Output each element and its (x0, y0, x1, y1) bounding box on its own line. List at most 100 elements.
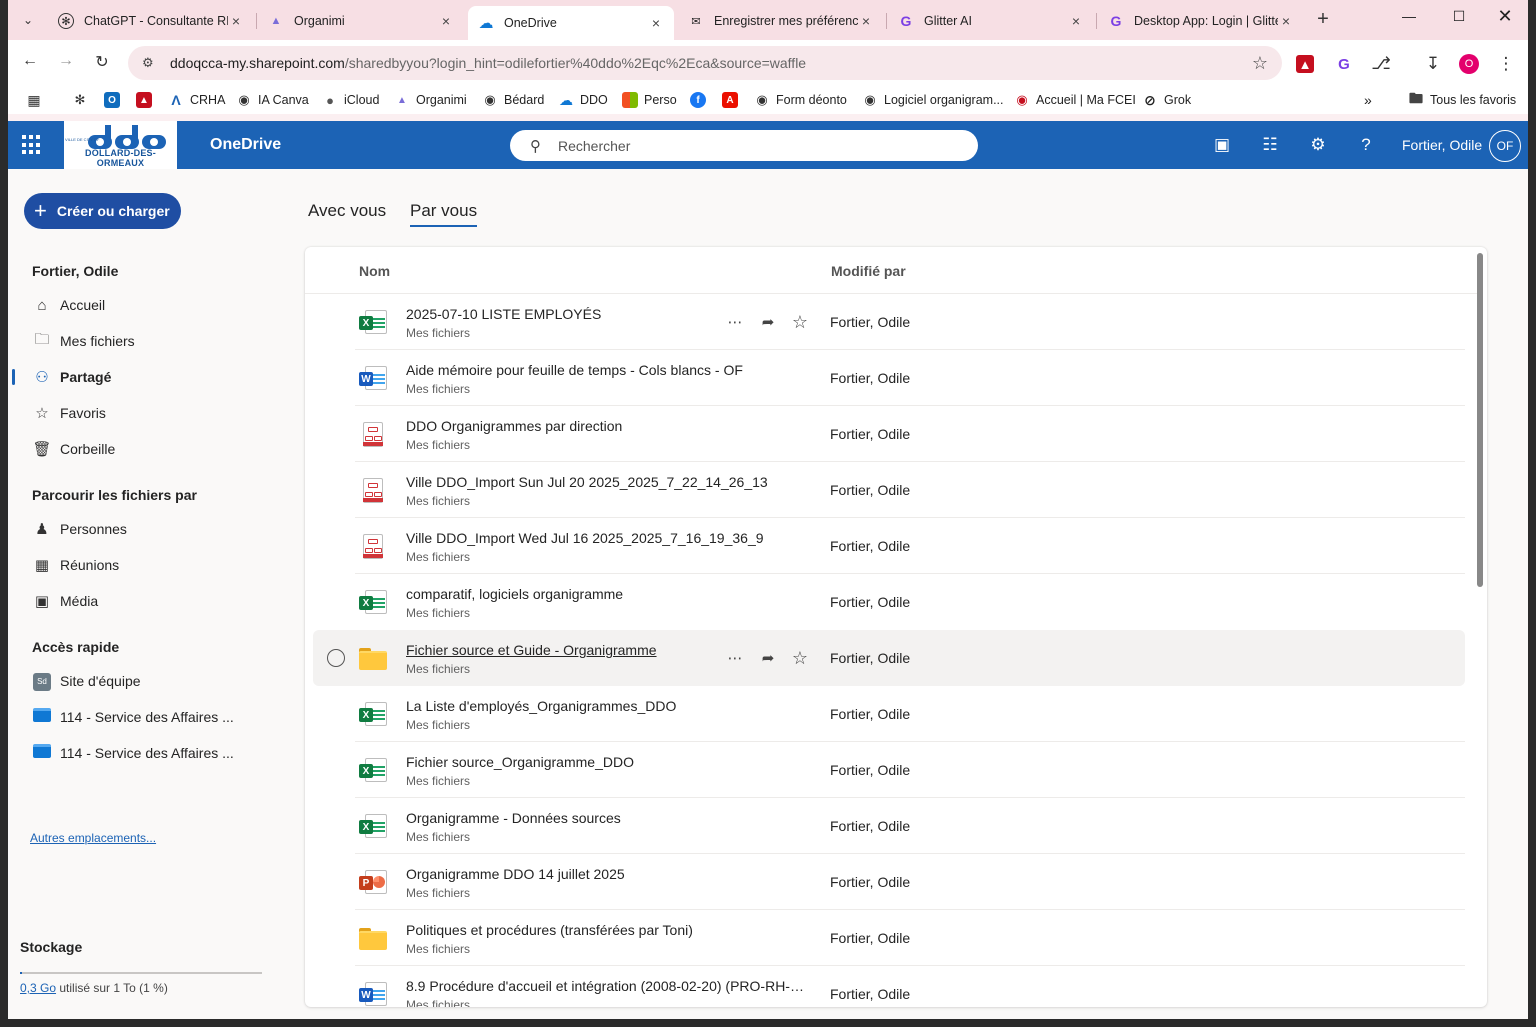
nav-item-accueil[interactable]: ⌂ Accueil (32, 293, 252, 317)
desktop-icon[interactable]: ▣ (1211, 134, 1233, 156)
quick-item-site-equipe[interactable]: Sd Site d'équipe (32, 669, 252, 693)
bookmark-organimi[interactable]: ▲ Organimi (394, 91, 467, 109)
tab-avec-vous[interactable]: Avec vous (308, 201, 386, 221)
file-row[interactable]: X Fichier source_Organigramme_DDO Mes fich… (313, 742, 1465, 798)
bookmark-pdf[interactable]: ▲ (136, 91, 158, 109)
nav-item-favoris[interactable]: ☆ Favoris (32, 401, 252, 425)
file-name[interactable]: Organigramme DDO 14 juillet 2025 (406, 866, 625, 882)
tab-glitter[interactable]: G Glitter AI × (888, 6, 1094, 36)
file-name[interactable]: Politiques et procédures (transférées pa… (406, 922, 693, 938)
reload-button[interactable]: ↻ (90, 52, 114, 76)
tab-glitter-desktop[interactable]: G Desktop App: Login | Glitter × (1098, 6, 1304, 36)
settings-gear-icon[interactable]: ⚙ (1307, 134, 1329, 156)
city-logo[interactable]: VILLE DE CITY OF DOLLARD-DES-ORMEAUX (64, 121, 177, 169)
file-row[interactable]: W Aide mémoire pour feuille de temps - Co… (313, 350, 1465, 406)
nav-item-media[interactable]: ▣ Média (32, 589, 252, 613)
file-name[interactable]: La Liste d'employés_Organigrammes_DDO (406, 698, 676, 714)
share-icon[interactable]: ➦ (756, 310, 780, 334)
nav-item-reunions[interactable]: ▦ Réunions (32, 553, 252, 577)
file-row[interactable]: X 2025-07-10 LISTE EMPLOYÉS Mes fichiers ⋯ ➦… (313, 294, 1465, 350)
file-name[interactable]: Ville DDO_Import Sun Jul 20 2025_2025_7_… (406, 474, 768, 490)
nav-item-corbeille[interactable]: 🗑 Corbeille (32, 437, 252, 461)
glitter-extension-icon[interactable]: G (1333, 53, 1355, 75)
search-box[interactable]: ⚲ Rechercher (510, 130, 978, 161)
bookmark-fcei[interactable]: ◉ Accueil | Ma FCEI (1014, 91, 1135, 109)
address-bar[interactable]: ⚙ ddoqcca-my.sharepoint.com/sharedbyyou?… (128, 46, 1282, 80)
tab-search-button[interactable]: ⌄ (14, 6, 42, 34)
storage-used-link[interactable]: 0,3 Go (20, 981, 56, 995)
nav-item-partage[interactable]: ⚇ Partagé (32, 365, 252, 389)
file-row[interactable]: Ville DDO_Import Wed Jul 16 2025_2025_7_… (313, 518, 1465, 574)
bookmark-facebook[interactable]: f (690, 91, 712, 109)
tab-preferences[interactable]: ✉ Enregistrer mes préférences × (678, 6, 884, 36)
account-avatar[interactable]: OF (1489, 130, 1521, 162)
create-upload-button[interactable]: + Créer ou charger (24, 193, 181, 229)
file-name[interactable]: DDO Organigrammes par direction (406, 418, 622, 434)
close-tab-icon[interactable]: × (1278, 13, 1294, 29)
file-name[interactable]: Fichier source_Organigramme_DDO (406, 754, 634, 770)
file-name[interactable]: 8.9 Procédure d'accueil et intégration (… (406, 978, 806, 994)
quick-item-library-2[interactable]: 114 - Service des Affaires ... (32, 741, 252, 765)
file-row[interactable]: DDO Organigrammes par direction Mes fichi… (313, 406, 1465, 462)
back-button[interactable]: ← (18, 52, 42, 76)
bookmark-ddo[interactable]: ☁ DDO (558, 91, 608, 109)
file-row[interactable]: Xcomparatif, logiciels organigramme Mes f… (313, 574, 1465, 630)
file-row[interactable]: Politiques et procédures (transférées pa… (313, 910, 1465, 966)
file-row[interactable]: X La Liste d'employés_Organigrammes_DDO Me… (313, 686, 1465, 742)
nav-item-mes-fichiers[interactable]: 🗀 Mes fichiers (32, 329, 252, 353)
download-icon[interactable]: ↧ (1422, 53, 1444, 75)
file-name[interactable]: Aide mémoire pour feuille de temps - Col… (406, 362, 743, 378)
maximize-button[interactable]: ☐ (1436, 8, 1482, 25)
app-launcher-icon[interactable] (22, 135, 42, 155)
favorite-star-icon[interactable]: ☆ (788, 310, 812, 334)
minimize-button[interactable]: — (1386, 8, 1432, 24)
bookmark-ia-canva[interactable]: ◉ IA Canva (236, 91, 308, 109)
file-row[interactable]: Fichier source et Guide - Organigramme Me… (313, 630, 1465, 686)
account-name[interactable]: Fortier, Odile (1402, 137, 1482, 153)
close-tab-icon[interactable]: × (858, 13, 874, 29)
file-row[interactable]: X Organigramme - Données sources Mes fichi… (313, 798, 1465, 854)
tab-onedrive[interactable]: ☁ OneDrive × (468, 6, 674, 40)
bookmark-icloud[interactable]: ● iCloud (322, 91, 379, 109)
profile-avatar[interactable]: O (1459, 54, 1479, 74)
bookmark-bedard[interactable]: ◉ Bédard (482, 91, 544, 109)
bookmark-adobe[interactable]: A (722, 91, 744, 109)
nav-item-personnes[interactable]: ♟ Personnes (32, 517, 252, 541)
close-tab-icon[interactable]: × (438, 13, 454, 29)
site-info-icon[interactable]: ⚙ (142, 55, 162, 71)
file-row[interactable]: W 8.9 Procédure d'accueil et intégration … (313, 966, 1465, 1007)
more-locations-link[interactable]: Autres emplacements... (30, 831, 156, 845)
all-bookmarks-folder[interactable]: 🖿 Tous les favoris (1408, 90, 1516, 109)
app-name[interactable]: OneDrive (210, 136, 281, 154)
file-name[interactable]: Ville DDO_Import Wed Jul 16 2025_2025_7_… (406, 530, 764, 546)
column-header-name[interactable]: Nom (359, 263, 390, 279)
quick-item-library-1[interactable]: 114 - Service des Affaires ... (32, 705, 252, 729)
file-name[interactable]: 2025-07-10 LISTE EMPLOYÉS (406, 306, 601, 322)
bookmark-form-deonto[interactable]: ◉ Form déonto (754, 91, 847, 109)
column-header-modified-by[interactable]: Modifié par (831, 263, 906, 279)
file-name[interactable]: Organigramme - Données sources (406, 810, 621, 826)
pdf-extension-icon[interactable]: ▲ (1296, 55, 1314, 73)
forward-button[interactable]: → (54, 52, 78, 76)
help-icon[interactable]: ? (1355, 134, 1377, 156)
more-options-icon[interactable]: ⋯ (723, 310, 747, 334)
bookmark-grok[interactable]: ⊘ Grok (1142, 91, 1191, 109)
favorite-star-icon[interactable]: ☆ (788, 646, 812, 670)
bookmark-logiciel-organigramme[interactable]: ◉ Logiciel organigram... (862, 91, 1003, 109)
bookmark-apps[interactable]: ▦ (26, 91, 48, 109)
bookmark-chatgpt[interactable]: ✻ (72, 91, 94, 109)
file-row[interactable]: Ville DDO_Import Sun Jul 20 2025_2025_7_… (313, 462, 1465, 518)
close-tab-icon[interactable]: × (648, 15, 664, 31)
tab-organimi[interactable]: ▲ Organimi × (258, 6, 464, 36)
file-name[interactable]: comparatif, logiciels organigramme (406, 586, 623, 602)
bookmarks-overflow-button[interactable]: » (1364, 91, 1372, 109)
bookmark-perso[interactable]: Perso (622, 91, 677, 109)
select-radio[interactable] (327, 649, 345, 667)
url-text[interactable]: ddoqcca-my.sharepoint.com/sharedbyyou?lo… (170, 55, 806, 71)
more-options-icon[interactable]: ⋯ (723, 646, 747, 670)
sync-icon[interactable]: ☷ (1259, 134, 1281, 156)
file-name[interactable]: Fichier source et Guide - Organigramme (406, 642, 657, 658)
bookmark-crha[interactable]: Λ CRHA (168, 91, 225, 109)
browser-menu-icon[interactable]: ⋮ (1495, 53, 1517, 75)
bookmark-outlook[interactable]: O (104, 91, 126, 109)
